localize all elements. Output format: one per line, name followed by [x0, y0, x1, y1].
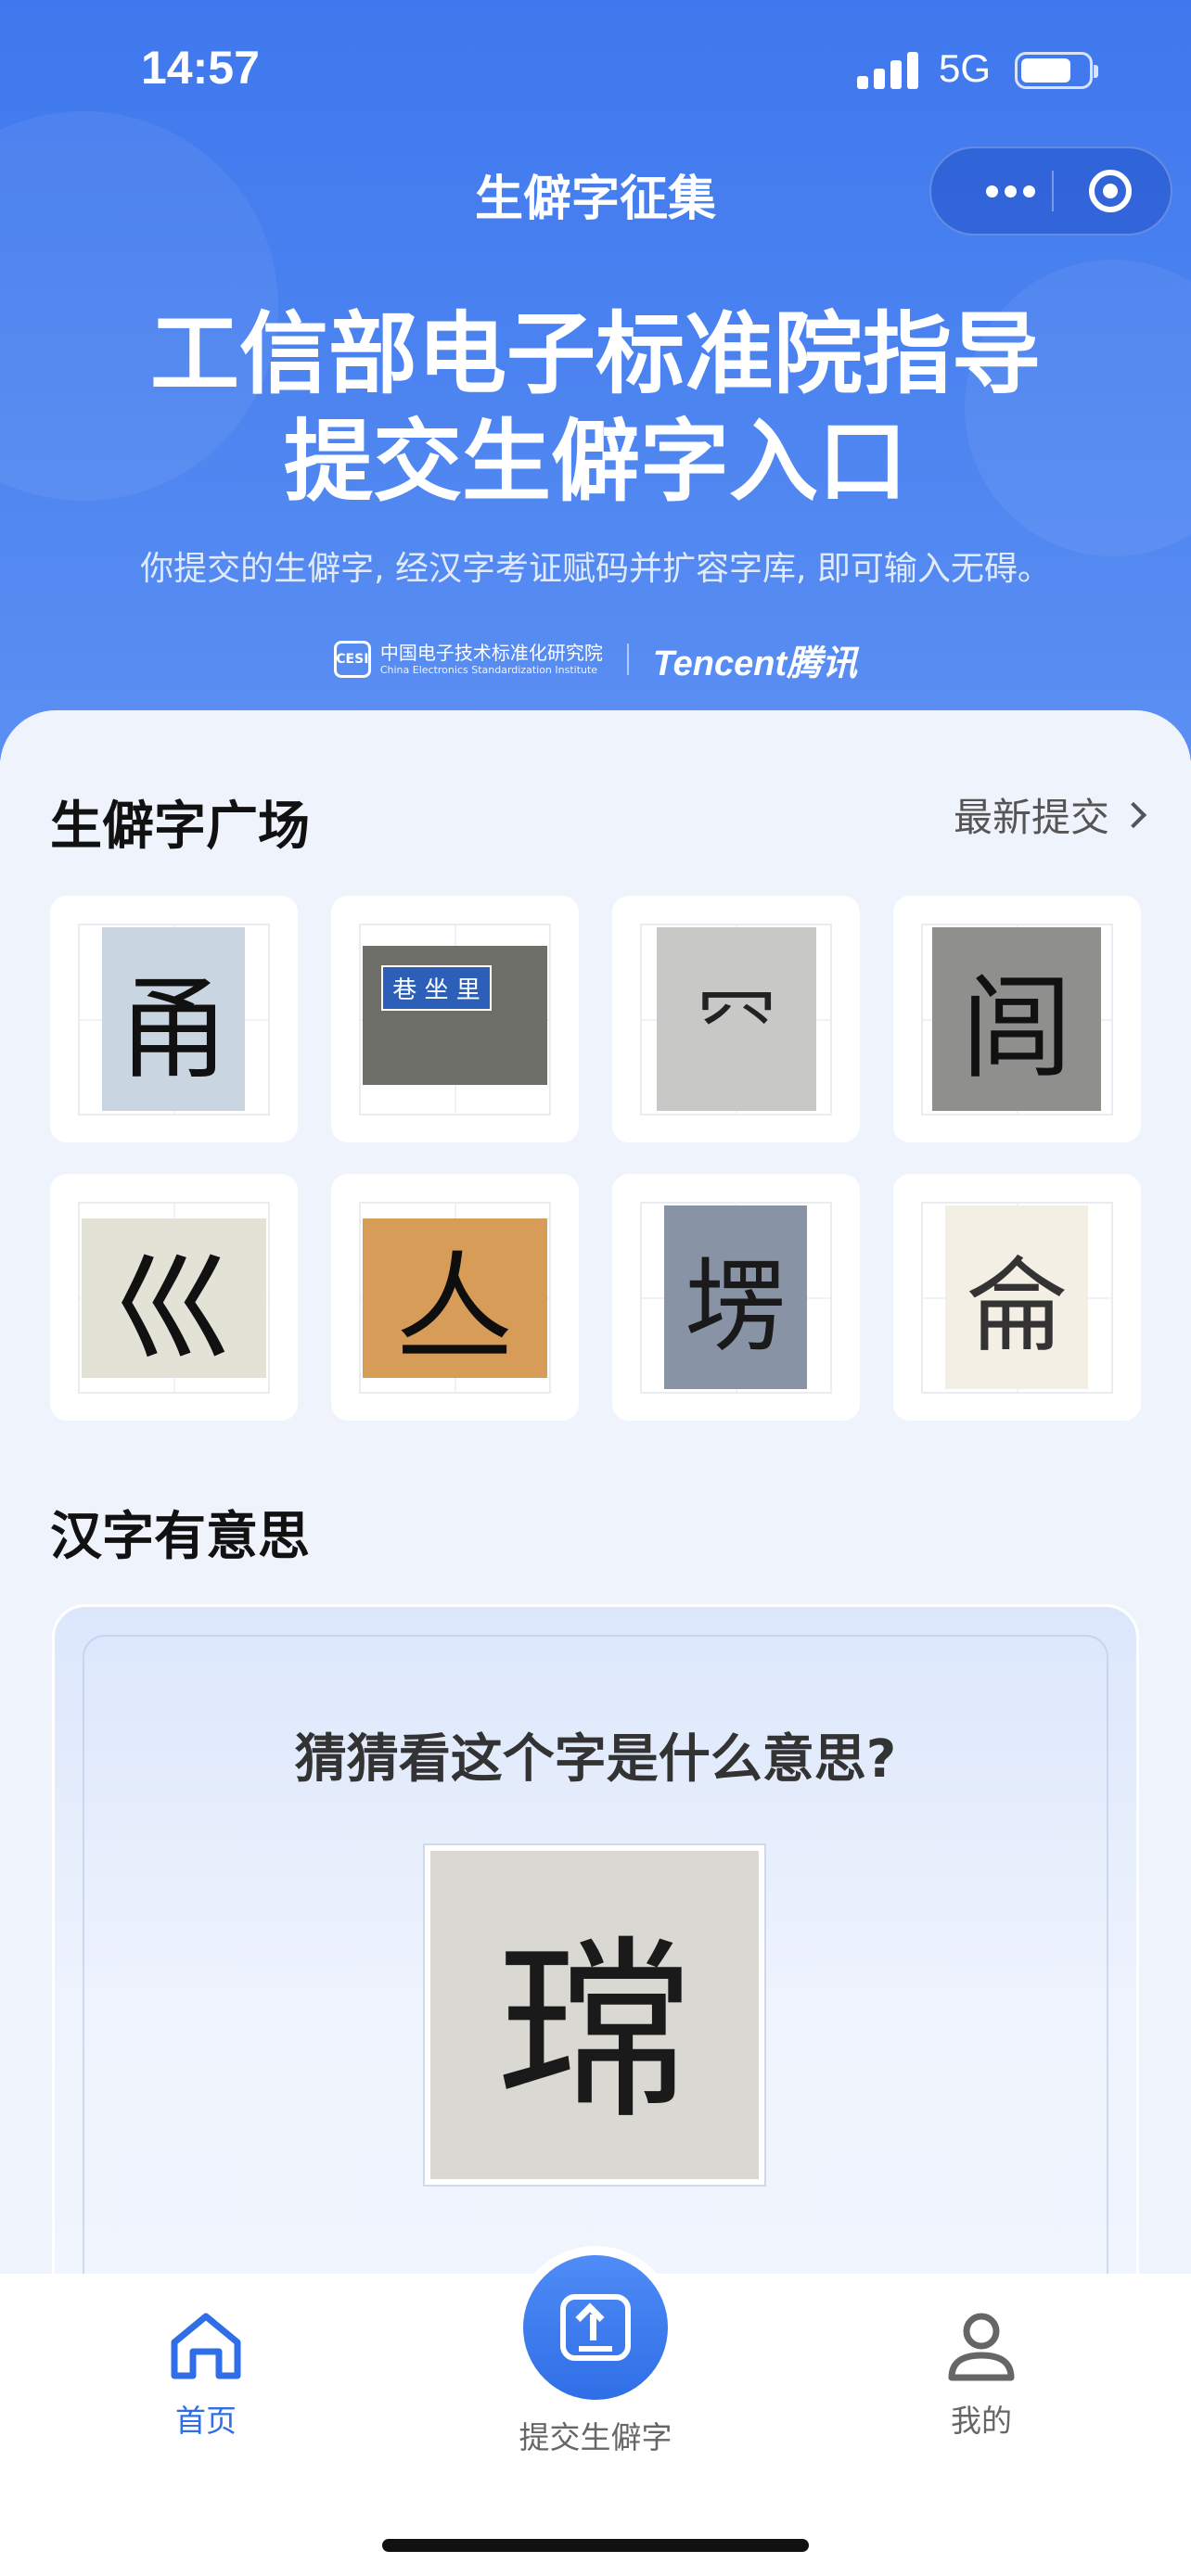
- character-photo: 巛: [82, 1218, 266, 1378]
- quiz-character-image: 瑺: [423, 1843, 766, 2187]
- home-icon: [171, 2313, 241, 2379]
- character-tile[interactable]: 巛: [50, 1174, 298, 1421]
- character-photo: 塄: [664, 1205, 807, 1389]
- character-tile[interactable]: 㓁: [612, 896, 860, 1142]
- more-icon[interactable]: [968, 148, 1052, 234]
- character-tile[interactable]: 侖: [893, 1174, 1141, 1421]
- status-time: 14:57: [141, 42, 260, 94]
- character-photo: 巷 坐 里: [363, 946, 547, 1085]
- status-bar: 14:57 5G: [0, 0, 1191, 139]
- submit-character-button[interactable]: [514, 2246, 677, 2409]
- character-grid: 甬 巷 坐 里 㓁 闾 巛 亼 塄 侖: [50, 896, 1141, 1421]
- cesi-badge-icon: CESI: [333, 641, 371, 678]
- character-photo: 㓁: [657, 927, 816, 1111]
- cellular-signal-icon: [857, 48, 922, 89]
- upload-icon: [560, 2294, 631, 2361]
- hero-subtitle: 你提交的生僻字, 经汉字考证赋码并扩容字库, 即可输入无碍。: [140, 550, 1051, 588]
- character-photo: 亼: [363, 1218, 547, 1378]
- section-title-fun: 汉字有意思: [50, 1507, 310, 1567]
- character-tile[interactable]: 塄: [612, 1174, 860, 1421]
- tencent-logo: Tencent腾讯: [652, 644, 858, 683]
- street-sign: 巷 坐 里: [381, 964, 492, 1011]
- character-tile[interactable]: 甬: [50, 896, 298, 1142]
- section-title-square: 生僻字广场: [50, 797, 310, 857]
- network-type: 5G: [939, 46, 992, 90]
- hero-title-line1: 工信部电子标准院指导: [150, 302, 1041, 406]
- character-photo: 闾: [932, 927, 1101, 1111]
- chevron-right-icon: [1120, 801, 1147, 828]
- cesi-logo: CESI 中国电子技术标准化研究院 China Electronics Stan…: [333, 641, 603, 678]
- character-photo: 甬: [102, 927, 245, 1111]
- close-miniprogram-icon[interactable]: [1089, 170, 1132, 212]
- latest-submissions-label: 最新提交: [953, 795, 1109, 840]
- miniprogram-capsule: [929, 147, 1172, 236]
- user-icon: [948, 2313, 1015, 2381]
- latest-submissions-link[interactable]: 最新提交: [953, 786, 1147, 843]
- logo-divider: [626, 644, 629, 675]
- tab-mine-label: 我的: [951, 2403, 1012, 2439]
- character-tile[interactable]: 亼: [331, 1174, 579, 1421]
- cesi-name-cn: 中国电子技术标准化研究院: [379, 642, 603, 664]
- tab-mine[interactable]: 我的: [861, 2309, 1102, 2441]
- character-tile[interactable]: 闾: [893, 896, 1141, 1142]
- capsule-divider: [1052, 171, 1054, 211]
- cesi-name-en: China Electronics Standardization Instit…: [379, 664, 598, 676]
- quiz-question: 猜猜看这个字是什么意思?: [294, 1729, 897, 1790]
- battery-icon: [1015, 52, 1098, 89]
- character-tile[interactable]: 巷 坐 里: [331, 896, 579, 1142]
- partner-logos: CESI 中国电子技术标准化研究院 China Electronics Stan…: [0, 636, 1191, 683]
- home-indicator: [382, 2539, 809, 2552]
- hero-title-line2: 提交生僻字入口: [284, 410, 907, 514]
- character-photo: 侖: [945, 1205, 1088, 1389]
- quiz-character: 瑺: [430, 1851, 759, 2179]
